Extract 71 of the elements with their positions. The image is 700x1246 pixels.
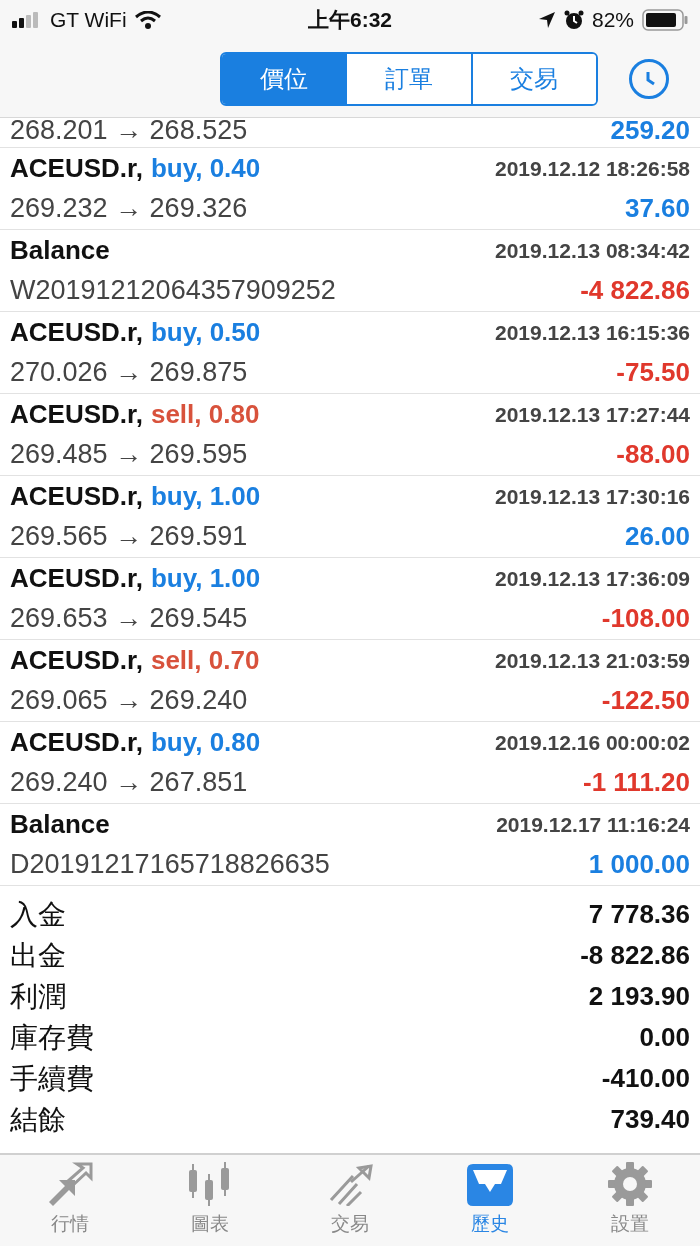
summary-label: 出金 [10, 938, 66, 973]
deal-time: 2019.12.13 17:27:44 [495, 401, 690, 428]
deal-time: 2019.12.13 08:34:42 [495, 237, 690, 264]
deal-time: 2019.12.13 17:30:16 [495, 483, 690, 510]
transaction-id: D20191217165718826635 [10, 847, 330, 881]
summary-label: 結餘 [10, 1102, 66, 1137]
deal-time: 2019.12.13 16:15:36 [495, 319, 690, 346]
transaction-id: W20191212064357909252 [10, 273, 336, 307]
symbol-name: ACEUSD.r, [10, 397, 143, 431]
symbol-name: ACEUSD.r, [10, 643, 143, 677]
location-arrow-icon [537, 11, 556, 29]
balance-label: Balance [10, 807, 110, 841]
summary-label: 庫存費 [10, 1020, 94, 1055]
profit-value: 1 000.00 [588, 847, 690, 881]
summary-label: 入金 [10, 897, 66, 932]
trade-action: sell, 0.70 [150, 643, 260, 677]
summary-value: -8 822.86 [580, 939, 690, 972]
profit-value: -4 822.86 [580, 273, 690, 307]
segment-tab[interactable]: 價位 [222, 53, 346, 104]
wifi-icon [134, 11, 161, 29]
price-range: 270.026 → 269.875 [10, 355, 248, 389]
summary-value: 7 778.36 [588, 898, 690, 931]
profit-value: -75.50 [616, 355, 690, 389]
symbol-name: ACEUSD.r, [10, 151, 143, 185]
symbol-name: ACEUSD.r, [10, 479, 143, 513]
bottom-tab[interactable]: 歷史 [420, 1155, 560, 1246]
summary-value: 2 193.90 [588, 980, 690, 1013]
profit-value: 26.00 [624, 519, 690, 553]
battery-percent: 82% [591, 7, 634, 34]
profit-value: -1 111.20 [583, 765, 690, 799]
profit-value: -108.00 [601, 601, 690, 635]
battery-icon [642, 9, 688, 31]
price-range: 269.485 → 269.595 [10, 437, 248, 471]
symbol-name: ACEUSD.r, [10, 725, 143, 759]
price-range: 269.065 → 269.240 [10, 683, 248, 717]
carrier-name: GT WiFi [50, 7, 127, 34]
alarm-clock-icon [563, 10, 584, 30]
trade-action: buy, 1.00 [150, 479, 261, 513]
segment-tab[interactable]: 訂單 [345, 53, 471, 104]
summary-label: 手續費 [10, 1061, 94, 1096]
trade-action: buy, 0.80 [150, 725, 261, 759]
settings-icon [605, 1162, 655, 1207]
profit-value: 259.20 [610, 118, 690, 142]
profit-value: -88.00 [616, 437, 690, 471]
price-range: 269.240 → 267.851 [10, 765, 248, 799]
trade-action: buy, 0.50 [150, 315, 261, 349]
segment-tab[interactable]: 交易 [470, 53, 596, 104]
deal-time: 2019.12.17 11:16:24 [496, 811, 690, 838]
trade-action: buy, 1.00 [150, 561, 261, 595]
summary-value: 739.40 [610, 1103, 690, 1136]
deal-time: 2019.12.12 18:26:58 [495, 155, 690, 182]
symbol-name: ACEUSD.r, [10, 561, 143, 595]
trade-action: buy, 0.40 [150, 151, 261, 185]
symbol-name: ACEUSD.r, [10, 315, 143, 349]
clock-time: 上午6:32 [308, 7, 392, 34]
profit-value: 37.60 [624, 191, 690, 225]
summary-label: 利潤 [10, 979, 66, 1014]
deal-time: 2019.12.13 17:36:09 [495, 565, 690, 592]
profit-value: -122.50 [601, 683, 690, 717]
trade-action: sell, 0.80 [150, 397, 260, 431]
summary-value: 0.00 [639, 1021, 690, 1054]
deal-time: 2019.12.16 00:00:02 [495, 729, 690, 756]
price-range: 269.232 → 269.326 [10, 191, 248, 225]
price-range: 268.201 → 268.525 [10, 118, 248, 142]
balance-label: Balance [10, 233, 110, 267]
history-clock-button[interactable] [629, 58, 669, 99]
inbox-tray-icon [465, 1162, 515, 1207]
price-range: 269.653 → 269.545 [10, 601, 248, 635]
price-range: 269.565 → 269.591 [10, 519, 248, 553]
summary-value: -410.00 [601, 1062, 690, 1095]
deal-time: 2019.12.13 21:03:59 [495, 647, 690, 674]
